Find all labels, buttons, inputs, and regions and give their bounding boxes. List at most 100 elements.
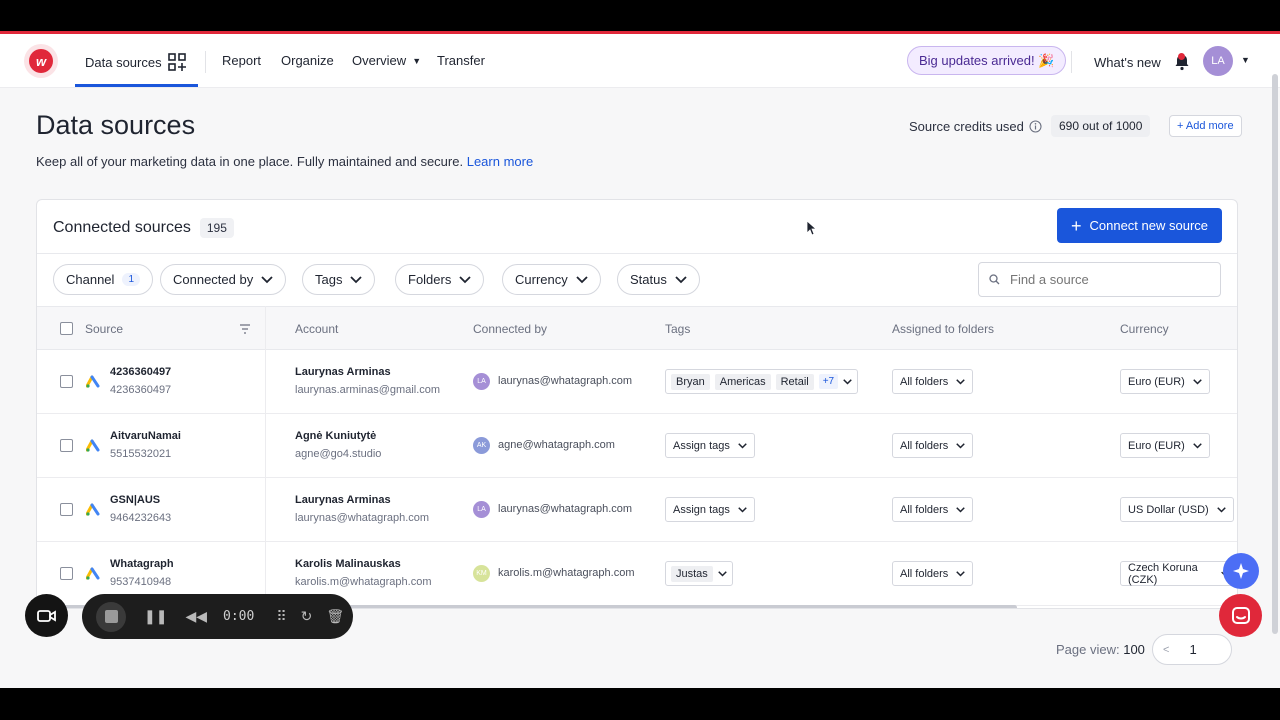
source-id: 9464232643 <box>110 512 172 524</box>
row-checkbox[interactable] <box>60 503 73 516</box>
page-title: Data sources <box>36 110 196 140</box>
currency-dropdown[interactable]: Euro (EUR) <box>1120 433 1210 458</box>
add-more-button[interactable]: + Add more <box>1169 115 1242 137</box>
prev-page-icon[interactable]: < <box>1163 644 1169 656</box>
filter-label: Currency <box>515 272 568 287</box>
folders-dropdown[interactable]: All folders <box>892 561 974 586</box>
chevron-down-icon <box>459 275 471 283</box>
filter-connected-by[interactable]: Connected by <box>160 264 287 295</box>
nav-overview[interactable]: Overview ▼ <box>352 53 421 68</box>
filter-currency[interactable]: Currency <box>502 264 601 295</box>
chevron-down-icon <box>843 378 852 385</box>
row-checkbox[interactable] <box>60 439 73 452</box>
credits-label: Source credits used <box>909 119 1042 134</box>
camera-toggle-button[interactable] <box>25 594 68 637</box>
vertical-scrollbar[interactable] <box>1272 74 1278 634</box>
table-header: Source Account Connected by Tags Assigne… <box>37 306 1237 350</box>
current-page[interactable]: 1 <box>1189 642 1196 657</box>
nav-divider <box>1071 51 1072 73</box>
source-search[interactable] <box>978 262 1221 297</box>
assign-tags-dropdown[interactable]: Assign tags <box>665 433 755 458</box>
currency-value: Euro (EUR) <box>1128 375 1185 388</box>
chat-icon <box>1231 606 1250 624</box>
filter-label: Connected by <box>173 272 254 287</box>
learn-more-link[interactable]: Learn more <box>467 154 533 169</box>
whatagraph-logo[interactable]: w <box>24 44 58 78</box>
restart-icon[interactable]: ↻ <box>301 608 313 625</box>
row-checkbox[interactable] <box>60 375 73 388</box>
chevron-down-icon <box>956 570 966 577</box>
video-camera-icon <box>36 609 56 622</box>
tags-dropdown[interactable]: Justas <box>665 561 733 586</box>
col-connected-by[interactable]: Connected by <box>473 322 547 336</box>
col-currency[interactable]: Currency <box>1120 322 1169 336</box>
user-avatar[interactable]: LA <box>1203 46 1233 76</box>
whats-new-button[interactable]: What's new <box>1094 53 1191 71</box>
folders-value: All folders <box>900 375 949 388</box>
chevron-down-icon <box>675 275 687 283</box>
chevron-down-icon <box>261 275 273 283</box>
whats-new-label: What's new <box>1094 54 1161 70</box>
chat-button[interactable] <box>1219 594 1262 637</box>
sparkle-icon <box>1233 563 1249 579</box>
source-name[interactable]: GSN|AUS <box>110 494 160 506</box>
currency-dropdown[interactable]: US Dollar (USD) <box>1120 497 1234 522</box>
source-name[interactable]: 4236360497 <box>110 366 171 378</box>
chevron-down-icon <box>956 506 966 513</box>
drag-handle-icon[interactable]: ⠿ <box>276 608 286 625</box>
nav-label: Transfer <box>437 53 485 68</box>
page-view-label: Page view: 100 <box>1056 642 1145 657</box>
account-email: karolis.m@whatagraph.com <box>295 576 432 588</box>
tags-dropdown[interactable]: Bryan Americas Retail +7 <box>665 369 859 394</box>
currency-dropdown[interactable]: Czech Koruna (CZK) <box>1120 561 1237 586</box>
connector-avatar: LA <box>473 373 490 390</box>
source-name[interactable]: Whatagraph <box>110 558 174 570</box>
updates-badge[interactable]: Big updates arrived! 🎉 <box>907 46 1067 75</box>
stop-recording-button[interactable] <box>96 601 126 632</box>
filter-status[interactable]: Status <box>617 264 700 295</box>
info-icon[interactable] <box>1029 120 1042 133</box>
delete-icon[interactable]: 🗑 <box>326 608 344 625</box>
col-source[interactable]: Source <box>85 322 123 336</box>
filter-channel[interactable]: Channel 1 <box>53 264 153 295</box>
filter-label: Status <box>630 272 667 287</box>
col-folders[interactable]: Assigned to folders <box>892 322 994 336</box>
filter-label: Tags <box>315 272 343 287</box>
nav-organize[interactable]: Organize <box>281 53 334 68</box>
chevron-down-icon <box>956 378 966 385</box>
currency-value: Euro (EUR) <box>1128 439 1185 452</box>
nav-report[interactable]: Report <box>222 53 261 68</box>
pause-icon[interactable]: ❚❚ <box>144 608 167 625</box>
nav-transfer[interactable]: Transfer <box>437 53 485 68</box>
folders-dropdown[interactable]: All folders <box>892 369 974 394</box>
folders-value: All folders <box>900 567 949 580</box>
col-account[interactable]: Account <box>295 322 338 336</box>
folders-dropdown[interactable]: All folders <box>892 433 974 458</box>
plus-icon: + <box>1070 215 1082 236</box>
chevron-down-icon <box>350 275 363 283</box>
row-checkbox[interactable] <box>60 567 73 580</box>
currency-value: Czech Koruna (CZK) <box>1128 561 1198 586</box>
assign-tags-dropdown[interactable]: Assign tags <box>665 497 755 522</box>
sort-icon[interactable] <box>239 324 251 334</box>
source-name[interactable]: AitvaruNamai <box>110 430 181 442</box>
account-name: Laurynas Arminas <box>295 366 391 378</box>
col-tags[interactable]: Tags <box>665 322 690 336</box>
account-name: Agnė Kuniutytė <box>295 430 377 442</box>
connect-new-source-button[interactable]: + Connect new source <box>1057 208 1222 243</box>
subtitle-text: Keep all of your marketing data in one p… <box>36 154 464 169</box>
source-id: 4236360497 <box>110 384 172 396</box>
filter-folders[interactable]: Folders <box>395 264 485 295</box>
currency-dropdown[interactable]: Euro (EUR) <box>1120 369 1210 394</box>
filter-tags[interactable]: Tags <box>302 264 376 295</box>
connector-avatar: KM <box>473 565 490 582</box>
folders-dropdown[interactable]: All folders <box>892 497 974 522</box>
page-size-value[interactable]: 100 <box>1123 642 1145 657</box>
avatar-caret-icon[interactable]: ▼ <box>1241 55 1250 65</box>
nav-data-sources[interactable]: Data sources <box>85 53 186 71</box>
rewind-icon[interactable]: ◀◀ <box>185 608 207 625</box>
ai-assistant-button[interactable] <box>1223 553 1259 589</box>
chevron-down-icon <box>718 570 727 577</box>
search-input[interactable] <box>1010 272 1200 287</box>
select-all-checkbox[interactable] <box>60 322 73 335</box>
